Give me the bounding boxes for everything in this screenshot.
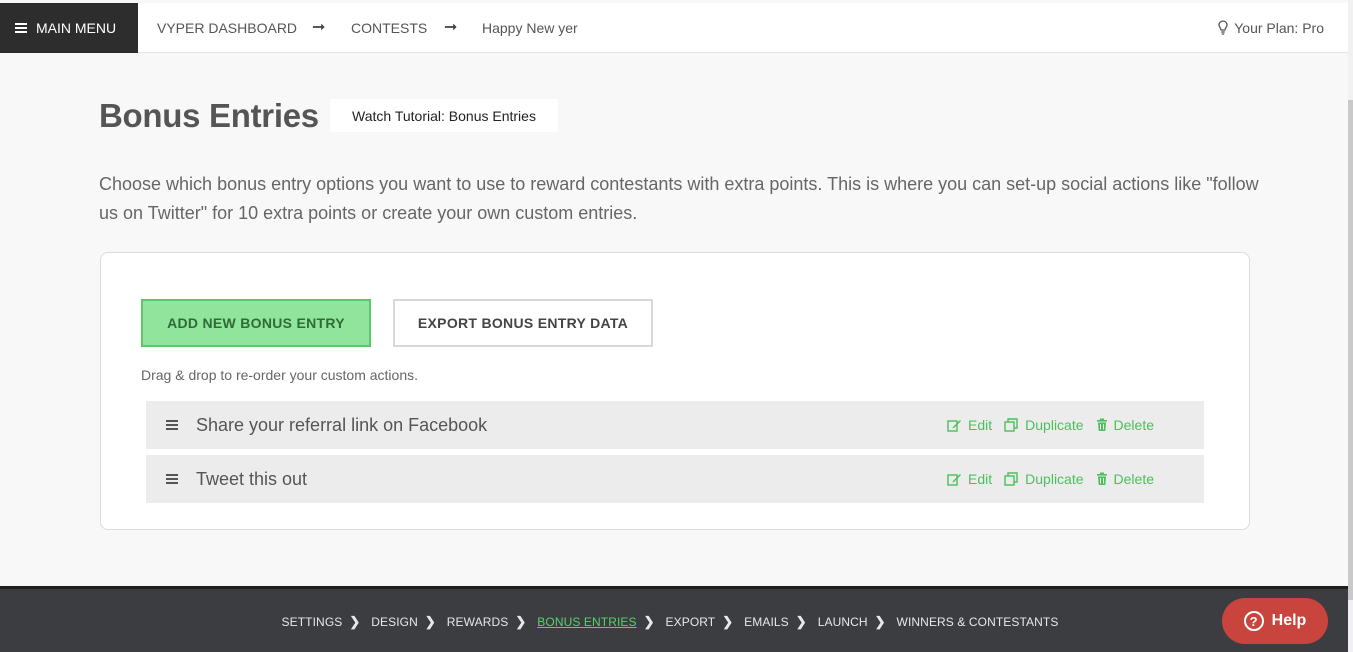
chevron-right-icon: ❯: [515, 614, 527, 629]
chevron-right-icon: ❯: [349, 614, 361, 629]
trash-icon: [1096, 472, 1107, 485]
hamburger-icon: [15, 23, 27, 33]
row-actions: Edit Duplicate Delete: [935, 401, 1154, 449]
drag-handle-icon[interactable]: [166, 474, 178, 484]
duplicate-icon: [1004, 418, 1018, 432]
step-settings[interactable]: SETTINGS: [282, 615, 343, 629]
question-circle-icon: ?: [1243, 611, 1264, 631]
step-rewards[interactable]: REWARDS: [447, 615, 509, 629]
chevron-right-icon: ❯: [722, 614, 734, 629]
main-menu-button[interactable]: MAIN MENU: [0, 3, 138, 53]
arrow-right-icon: ➞: [312, 19, 326, 36]
edit-label: Edit: [968, 417, 993, 433]
trash-icon: [1096, 418, 1107, 431]
duplicate-button[interactable]: Duplicate: [1004, 471, 1084, 487]
edit-icon: [947, 474, 962, 486]
intro-description: Choose which bonus entry options you wan…: [99, 174, 1259, 223]
step-export[interactable]: EXPORT: [666, 615, 716, 629]
chevron-right-icon: ❯: [643, 614, 655, 629]
chevron-right-icon: ❯: [874, 614, 886, 629]
bonus-entries-card: ADD NEW BONUS ENTRY EXPORT BONUS ENTRY D…: [100, 252, 1250, 530]
edit-button[interactable]: Edit: [947, 417, 992, 433]
drag-handle-icon[interactable]: [166, 420, 178, 430]
row-actions: Edit Duplicate Delete: [935, 455, 1154, 503]
breadcrumb-vyper-dashboard[interactable]: VYPER DASHBOARD: [157, 3, 297, 53]
step-navigation-footer: SETTINGS ❯ DESIGN ❯ REWARDS ❯ BONUS ENTR…: [0, 586, 1348, 652]
step-launch[interactable]: LAUNCH: [818, 615, 868, 629]
delete-button[interactable]: Delete: [1096, 471, 1154, 487]
duplicate-button[interactable]: Duplicate: [1004, 417, 1084, 433]
delete-label: Delete: [1113, 417, 1154, 433]
watch-tutorial-button[interactable]: Watch Tutorial: Bonus Entries: [330, 99, 558, 132]
step-design[interactable]: DESIGN: [371, 615, 418, 629]
main-menu-label: MAIN MENU: [36, 20, 117, 36]
delete-label: Delete: [1113, 471, 1154, 487]
top-navigation-bar: MAIN MENU VYPER DASHBOARD ➞ CONTESTS ➞ H…: [0, 3, 1348, 53]
edit-button[interactable]: Edit: [947, 471, 992, 487]
page-title: Bonus Entries: [99, 97, 319, 134]
bonus-entry-title: Share your referral link on Facebook: [196, 414, 488, 435]
breadcrumb-contests[interactable]: CONTESTS: [351, 3, 427, 53]
export-bonus-entry-data-button[interactable]: EXPORT BONUS ENTRY DATA: [393, 299, 653, 347]
page-scrollbar[interactable]: [1348, 0, 1353, 652]
chevron-right-icon: ❯: [795, 614, 807, 629]
plan-label: Your Plan: Pro: [1234, 20, 1324, 36]
edit-icon: [947, 420, 962, 432]
arrow-right-icon: ➞: [444, 19, 458, 36]
edit-label: Edit: [968, 471, 993, 487]
help-button[interactable]: ? Help: [1222, 598, 1328, 644]
bonus-entry-row[interactable]: Tweet this out Edit Duplicate Delete: [146, 455, 1204, 503]
drag-drop-hint: Drag & drop to re-order your custom acti…: [141, 367, 419, 383]
plan-indicator[interactable]: Your Plan: Pro: [1218, 3, 1324, 53]
duplicate-label: Duplicate: [1025, 471, 1084, 487]
bonus-entry-title: Tweet this out: [196, 468, 308, 489]
step-list: SETTINGS ❯ DESIGN ❯ REWARDS ❯ BONUS ENTR…: [0, 589, 1340, 652]
bonus-entry-row[interactable]: Share your referral link on Facebook Edi…: [146, 401, 1204, 449]
step-emails[interactable]: EMAILS: [744, 615, 789, 629]
duplicate-icon: [1004, 472, 1018, 486]
step-winners-contestants[interactable]: WINNERS & CONTESTANTS: [897, 615, 1059, 629]
delete-button[interactable]: Delete: [1096, 417, 1154, 433]
help-label: Help: [1271, 612, 1307, 629]
add-new-bonus-entry-button[interactable]: ADD NEW BONUS ENTRY: [141, 299, 371, 347]
breadcrumb-current-contest: Happy New yer: [482, 20, 578, 36]
step-bonus-entries[interactable]: BONUS ENTRIES: [537, 615, 636, 629]
duplicate-label: Duplicate: [1025, 417, 1084, 433]
lightbulb-icon: [1218, 20, 1228, 35]
chevron-right-icon: ❯: [424, 614, 436, 629]
scrollbar-thumb[interactable]: [1348, 100, 1353, 600]
